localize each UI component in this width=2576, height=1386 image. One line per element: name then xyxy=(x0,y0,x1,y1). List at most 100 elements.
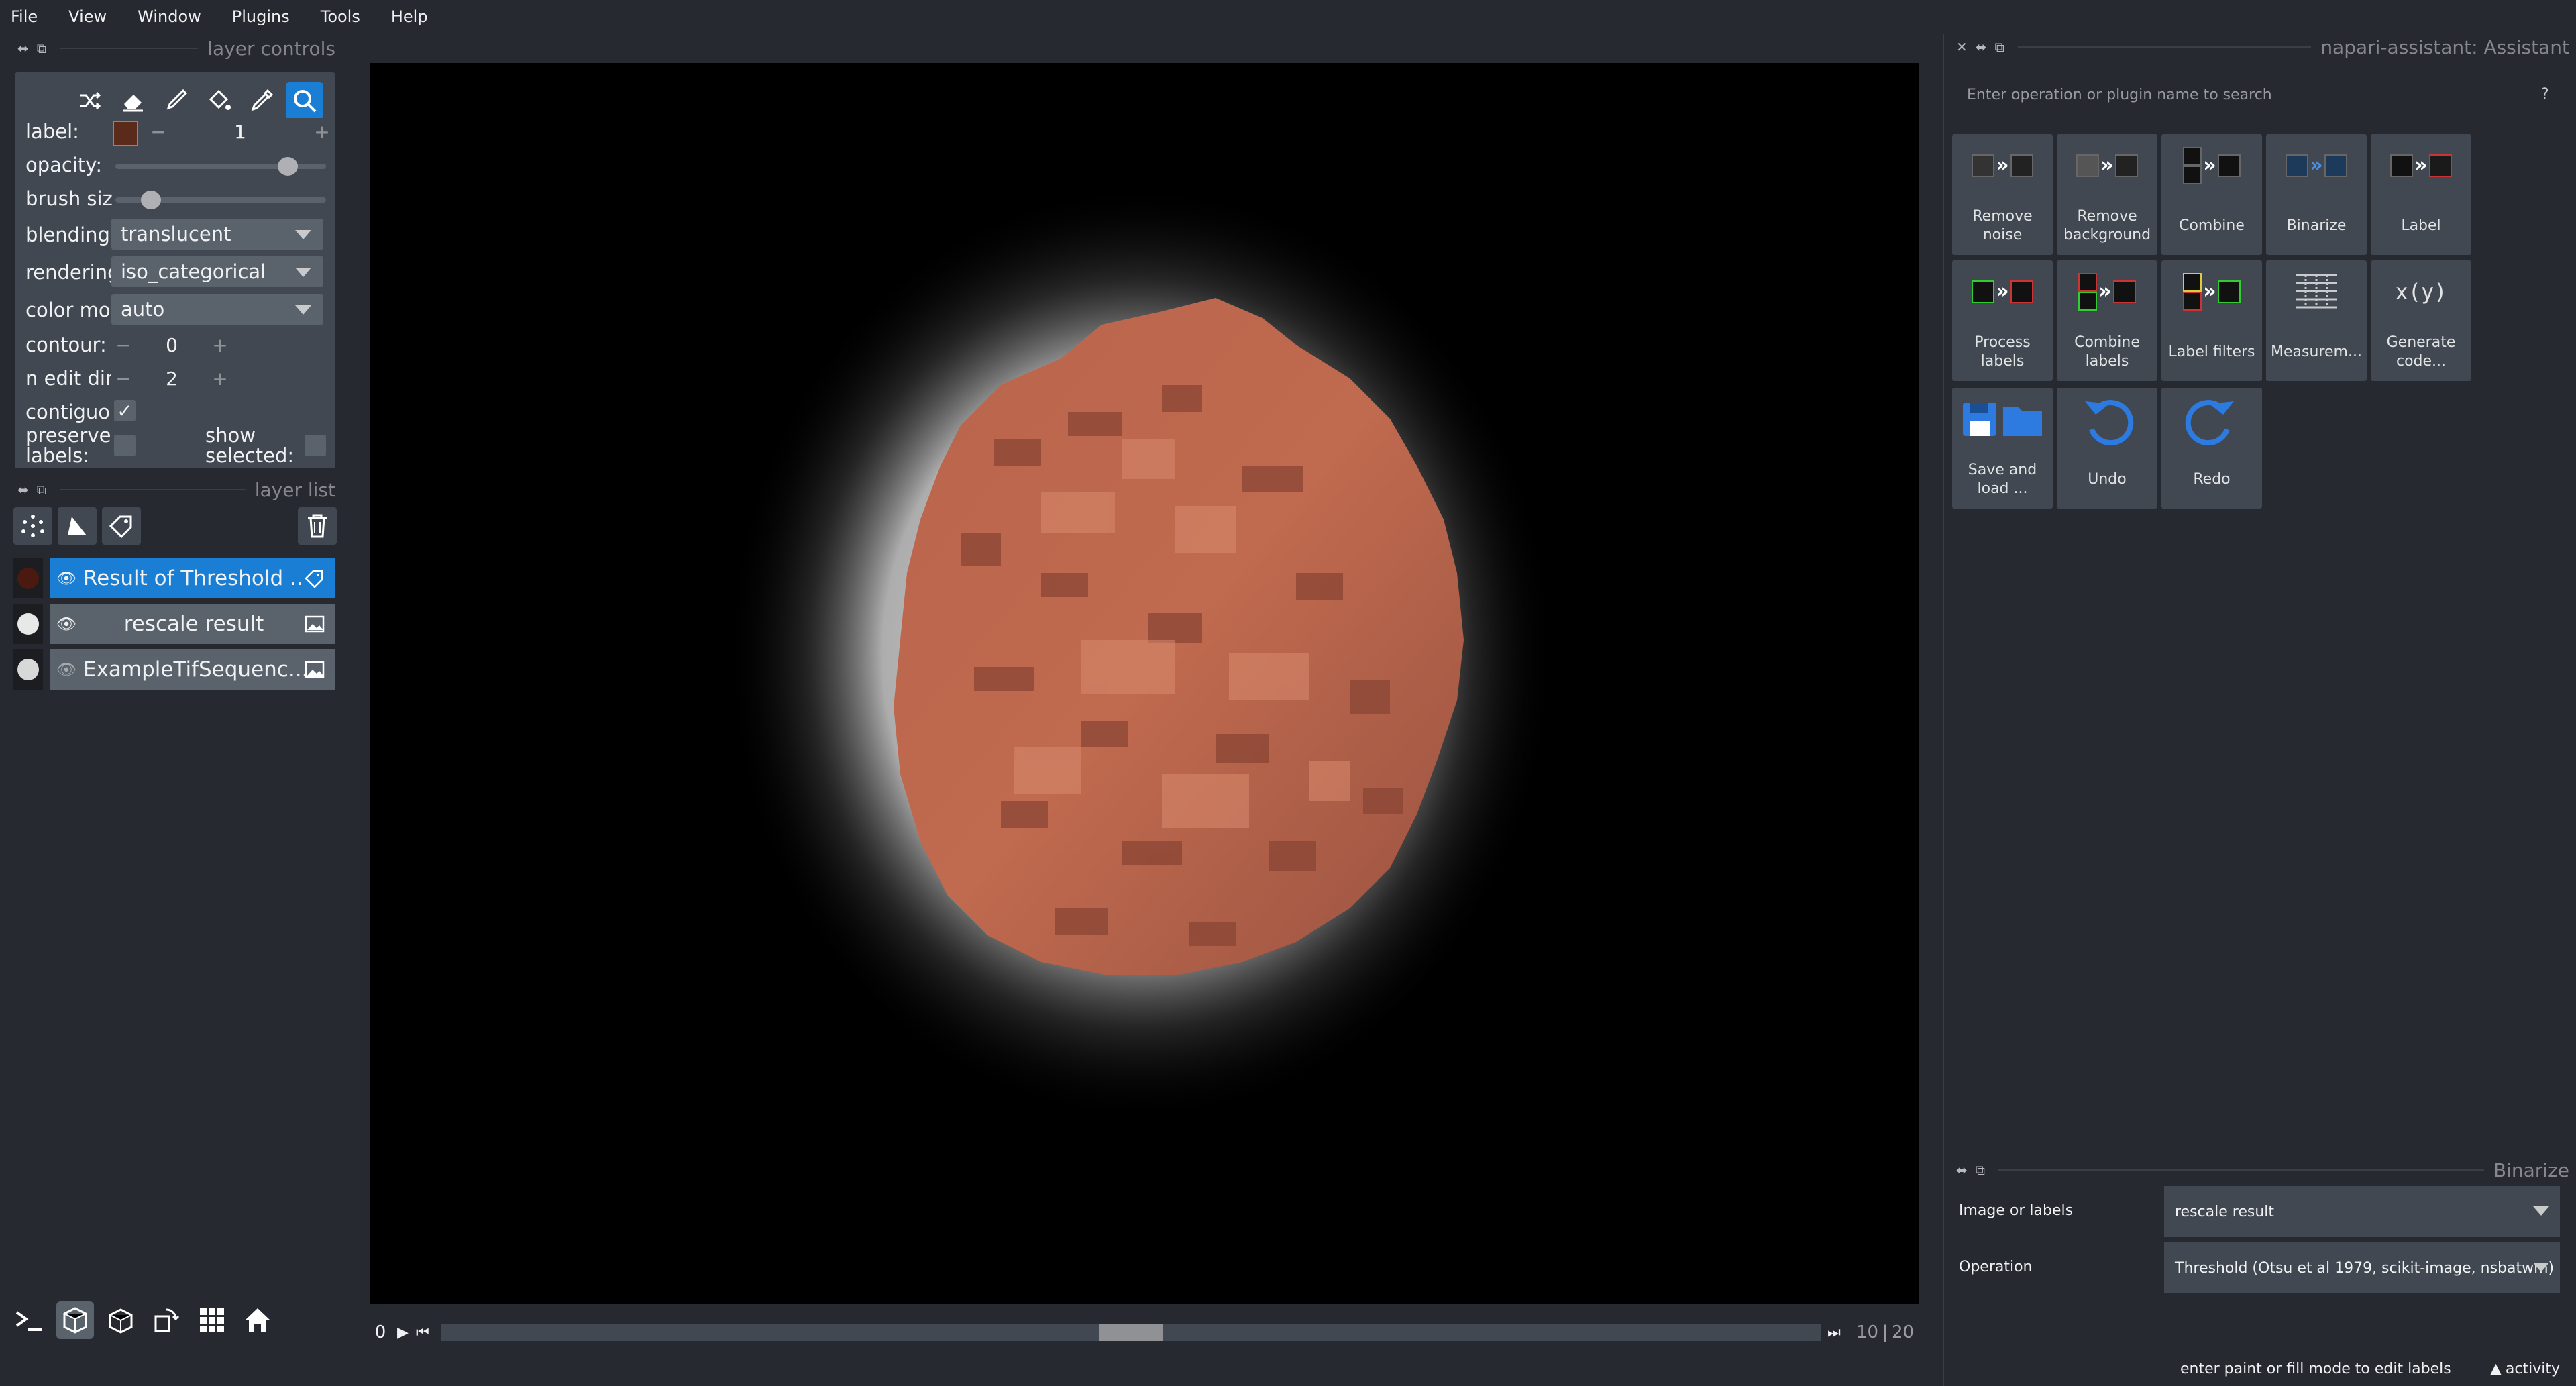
layer-item-threshold[interactable]: 👁 Result of Threshold ... xyxy=(50,558,335,598)
float-icon[interactable]: ⬌ xyxy=(1976,39,1987,55)
brush-size-slider[interactable] xyxy=(115,191,326,209)
layer-name: rescale result xyxy=(123,612,264,636)
layer-item-example-tif[interactable]: 👁 ExampleTifSequenc... xyxy=(50,649,335,690)
help-icon[interactable]: ? xyxy=(2541,86,2549,103)
magnifier-icon xyxy=(294,90,317,113)
decrement-icon[interactable]: − xyxy=(111,368,136,390)
rendered-3d-labels xyxy=(724,184,1556,1123)
activity-button[interactable]: ▲ activity xyxy=(2490,1361,2560,1377)
contour-spinbox[interactable]: − 0 + xyxy=(111,331,232,358)
remove-background-button[interactable]: » Remove background xyxy=(2057,134,2157,255)
image-or-labels-select[interactable]: rescale result xyxy=(2164,1186,2560,1237)
increment-icon[interactable]: + xyxy=(208,334,232,356)
shuffle-colors-button[interactable] xyxy=(71,82,109,119)
preserve-labels-label: preserve labels: xyxy=(25,425,111,463)
float-icon[interactable]: ⧉ xyxy=(1995,39,2004,55)
tile-label: Measurem... xyxy=(2271,343,2362,360)
delete-layer-button[interactable] xyxy=(298,507,337,545)
eye-icon[interactable]: 👁 xyxy=(50,615,83,633)
contour-value: 0 xyxy=(166,333,178,356)
color-mode-select[interactable]: auto xyxy=(111,294,323,325)
paint-button[interactable] xyxy=(157,82,195,119)
layer-thumbnail xyxy=(13,558,43,598)
increment-icon[interactable]: + xyxy=(310,121,334,143)
cube-3d-icon xyxy=(63,1307,87,1334)
roll-dims-button[interactable] xyxy=(102,1301,140,1339)
new-labels-layer-button[interactable] xyxy=(102,507,141,545)
menu-plugins[interactable]: Plugins xyxy=(232,7,290,26)
measurement-button[interactable]: Measurem... xyxy=(2266,260,2367,381)
rendering-select[interactable]: iso_categorical xyxy=(111,256,323,287)
process-labels-button[interactable]: » Process labels xyxy=(1952,260,2053,381)
contiguous-checkbox[interactable]: ✓ xyxy=(114,399,136,422)
float-icon[interactable]: ⧉ xyxy=(37,40,46,56)
increment-icon[interactable]: + xyxy=(208,368,232,390)
save-and-load-button[interactable]: Save and load ... xyxy=(1952,388,2053,509)
home-button[interactable] xyxy=(239,1301,276,1339)
brush-size-slider-handle[interactable] xyxy=(140,191,161,209)
combine-button[interactable]: » Combine xyxy=(2161,134,2262,255)
ndisplay-button[interactable] xyxy=(56,1301,94,1339)
binarize-button[interactable]: » Binarize xyxy=(2266,134,2367,255)
step-forward-icon[interactable]: ⏭ xyxy=(1827,1324,1846,1341)
grid-mode-button[interactable] xyxy=(193,1301,231,1339)
menu-help[interactable]: Help xyxy=(391,7,428,26)
show-selected-checkbox[interactable] xyxy=(305,435,326,456)
redo-button[interactable]: Redo xyxy=(2161,388,2262,509)
opacity-slider[interactable] xyxy=(115,157,326,176)
viewer-canvas[interactable] xyxy=(370,63,1919,1304)
transpose-dims-button[interactable] xyxy=(148,1301,185,1339)
menu-window[interactable]: Window xyxy=(138,7,201,26)
dims-slider-handle[interactable] xyxy=(1099,1324,1163,1341)
decrement-icon[interactable]: − xyxy=(146,121,170,143)
tile-label: Label filters xyxy=(2168,343,2255,360)
menu-tools[interactable]: Tools xyxy=(321,7,360,26)
eye-closed-icon[interactable]: 👁 xyxy=(50,660,83,679)
float-icon[interactable]: ⧉ xyxy=(37,482,46,498)
chevron-down-icon xyxy=(295,230,311,239)
decrement-icon[interactable]: − xyxy=(111,334,136,356)
tile-label: Combine xyxy=(2179,217,2245,234)
label-spinbox[interactable]: − 1 + xyxy=(146,118,334,145)
undo-button[interactable]: Undo xyxy=(2057,388,2157,509)
play-icon[interactable]: ▶ xyxy=(397,1324,416,1341)
operation-select[interactable]: Threshold (Otsu et al 1979, scikit-image… xyxy=(2164,1242,2560,1293)
pan-zoom-button[interactable] xyxy=(286,82,323,119)
new-points-layer-button[interactable] xyxy=(13,507,52,545)
combine-labels-button[interactable]: » Combine labels xyxy=(2057,260,2157,381)
erase-button[interactable] xyxy=(114,82,152,119)
opacity-label: opacity: xyxy=(25,154,103,176)
n-edit-dim-spinbox[interactable]: − 2 + xyxy=(111,365,232,392)
label-color-swatch[interactable] xyxy=(113,121,138,146)
label-filters-button[interactable]: » Label filters xyxy=(2161,260,2262,381)
binarize-title: Binarize xyxy=(2493,1159,2569,1181)
chevron-down-icon xyxy=(295,268,311,277)
eye-icon[interactable]: 👁 xyxy=(50,569,83,588)
menu-view[interactable]: View xyxy=(68,7,107,26)
shuffle-icon xyxy=(80,91,101,110)
new-shapes-layer-button[interactable] xyxy=(58,507,97,545)
contour-label: contour: xyxy=(25,333,107,356)
close-icon[interactable]: ⬌ xyxy=(17,40,29,56)
float-icon[interactable]: ⬌ xyxy=(1956,1162,1968,1178)
checkmark-icon: ✓ xyxy=(117,399,133,422)
float-icon[interactable]: ⧉ xyxy=(1976,1162,1985,1178)
pick-button[interactable] xyxy=(243,82,280,119)
close-icon[interactable]: ⬌ xyxy=(17,482,29,498)
table-icon xyxy=(2266,260,2367,323)
close-icon[interactable]: ✕ xyxy=(1956,39,1968,55)
console-button[interactable] xyxy=(11,1301,48,1339)
step-back-icon[interactable]: ⏮ xyxy=(416,1324,435,1341)
layer-item-rescale-result[interactable]: 👁 rescale result xyxy=(50,604,335,644)
label-icon: » xyxy=(2371,134,2471,197)
preserve-labels-checkbox[interactable] xyxy=(114,435,136,456)
process-labels-icon: » xyxy=(1952,260,2053,323)
fill-button[interactable] xyxy=(200,82,237,119)
label-button[interactable]: » Label xyxy=(2371,134,2471,255)
blending-select[interactable]: translucent xyxy=(111,219,323,250)
dims-slider-track[interactable] xyxy=(441,1324,1821,1341)
search-input[interactable]: Enter operation or plugin name to search xyxy=(1959,79,2532,111)
generate-code-button[interactable]: x(y) Generate code... xyxy=(2371,260,2471,381)
menu-file[interactable]: File xyxy=(11,7,38,26)
remove-noise-button[interactable]: » Remove noise xyxy=(1952,134,2053,255)
